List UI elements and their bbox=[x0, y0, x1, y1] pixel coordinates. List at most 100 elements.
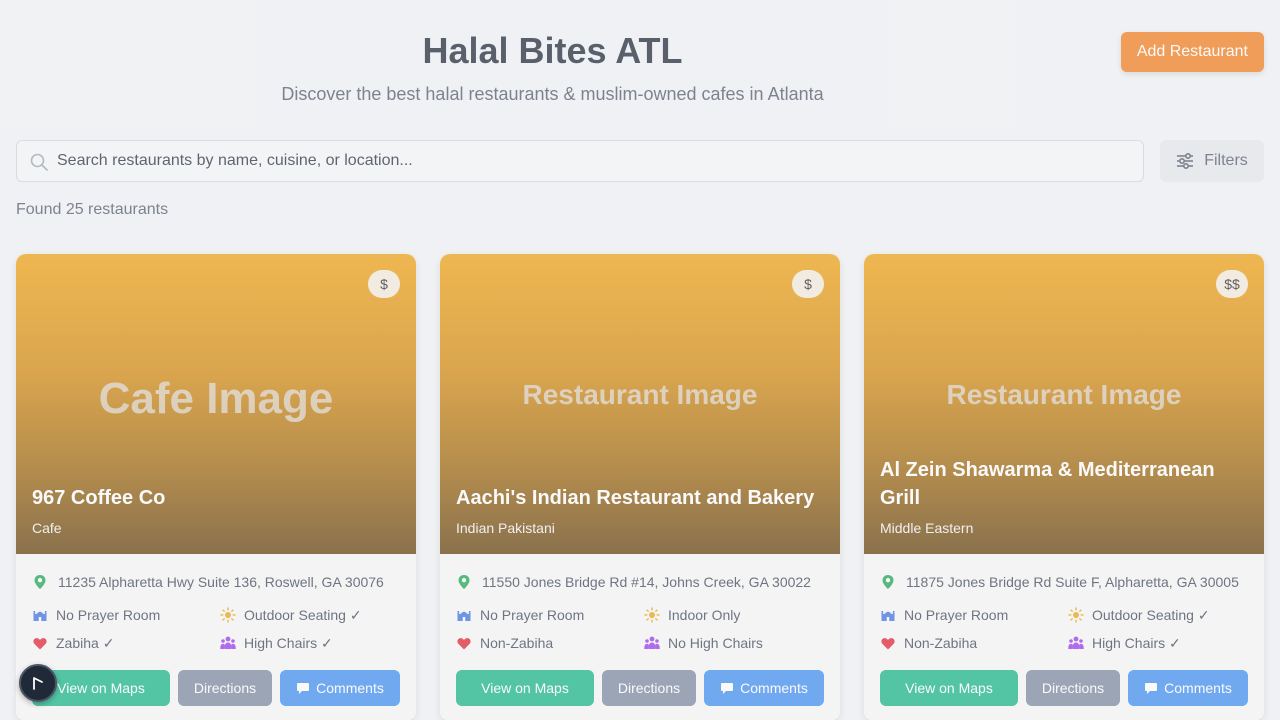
seating-label: Indoor Only bbox=[668, 607, 741, 623]
price-badge: $$ bbox=[1216, 270, 1248, 298]
add-restaurant-button[interactable]: Add Restaurant bbox=[1120, 32, 1264, 72]
heart-icon bbox=[456, 635, 472, 651]
card-image: Restaurant Image $ Aachi's Indian Restau… bbox=[440, 254, 840, 554]
card-actions: View on Maps Directions Comments bbox=[456, 670, 824, 706]
comments-label: Comments bbox=[1164, 680, 1232, 696]
high-chairs-feature: No High Chairs bbox=[644, 634, 824, 652]
card-actions: View on Maps Directions Comments bbox=[32, 670, 400, 706]
zabiha-label: Non-Zabiha bbox=[480, 635, 554, 651]
zabiha-label: Zabiha ✓ bbox=[56, 634, 115, 651]
restaurant-cuisine: Indian Pakistani bbox=[456, 520, 555, 536]
high-chairs-feature: High Chairs ✓ bbox=[220, 634, 400, 652]
restaurant-name: Aachi's Indian Restaurant and Bakery bbox=[456, 487, 815, 509]
price-badge: $ bbox=[792, 270, 824, 298]
zabiha-feature: Non-Zabiha bbox=[880, 634, 1068, 652]
sun-icon bbox=[1068, 607, 1084, 623]
address-row: 11235 Alpharetta Hwy Suite 136, Roswell,… bbox=[32, 572, 400, 592]
zabiha-feature: Zabiha ✓ bbox=[32, 634, 220, 652]
zabiha-feature: Non-Zabiha bbox=[456, 634, 644, 652]
prayer-room-label: No Prayer Room bbox=[904, 607, 1009, 623]
filters-button[interactable]: Filters bbox=[1160, 140, 1264, 182]
card-body: 11875 Jones Bridge Rd Suite F, Alpharett… bbox=[864, 554, 1264, 652]
prayer-room-feature: No Prayer Room bbox=[456, 606, 644, 624]
restaurant-card[interactable]: Cafe Image $ 967 Coffee Co Cafe 11235 Al… bbox=[16, 254, 416, 720]
prayer-room-feature: No Prayer Room bbox=[880, 606, 1068, 624]
address-row: 11550 Jones Bridge Rd #14, Johns Creek, … bbox=[456, 572, 824, 592]
cursor-icon bbox=[33, 677, 43, 690]
restaurant-name: 967 Coffee Co bbox=[32, 487, 166, 509]
feature-grid: No Prayer Room Outdoor Seating ✓ Non-Zab… bbox=[880, 606, 1248, 652]
comments-button[interactable]: Comments bbox=[704, 670, 824, 706]
results-count: Found 25 restaurants bbox=[16, 201, 169, 218]
heart-icon bbox=[32, 635, 48, 651]
sun-icon bbox=[220, 607, 236, 623]
comments-label: Comments bbox=[740, 680, 808, 696]
map-pin-icon bbox=[32, 574, 48, 590]
price-badge: $ bbox=[368, 270, 400, 298]
high-chairs-label: High Chairs ✓ bbox=[244, 634, 333, 651]
image-placeholder-text: Restaurant Image bbox=[522, 379, 758, 410]
feature-grid: No Prayer Room Outdoor Seating ✓ Zabiha … bbox=[32, 606, 400, 652]
directions-label: Directions bbox=[193, 680, 257, 696]
comments-button[interactable]: Comments bbox=[280, 670, 400, 706]
search-icon bbox=[30, 153, 48, 171]
page-header: Halal Bites ATL Discover the best halal … bbox=[0, 0, 1280, 130]
restaurant-card[interactable]: Restaurant Image $ Aachi's Indian Restau… bbox=[440, 254, 840, 720]
sun-icon bbox=[644, 607, 660, 623]
family-icon bbox=[220, 635, 236, 651]
mosque-icon bbox=[32, 607, 48, 623]
seating-feature: Outdoor Seating ✓ bbox=[220, 606, 400, 624]
directions-label: Directions bbox=[1041, 680, 1105, 696]
restaurant-name: Al Zein Shawarma & Mediterranean Grill bbox=[880, 459, 1215, 509]
address-text: 11235 Alpharetta Hwy Suite 136, Roswell,… bbox=[58, 574, 384, 590]
prayer-room-label: No Prayer Room bbox=[56, 607, 161, 623]
chat-bubble-icon bbox=[721, 682, 734, 694]
zabiha-label: Non-Zabiha bbox=[904, 635, 978, 651]
filters-label: Filters bbox=[1204, 152, 1248, 169]
prayer-room-label: No Prayer Room bbox=[480, 607, 585, 623]
address-text: 11550 Jones Bridge Rd #14, Johns Creek, … bbox=[482, 574, 811, 590]
family-icon bbox=[1068, 635, 1084, 651]
view-on-maps-label: View on Maps bbox=[905, 680, 993, 696]
restaurant-cuisine: Cafe bbox=[32, 520, 62, 536]
directions-button[interactable]: Directions bbox=[1026, 670, 1120, 706]
seating-feature: Outdoor Seating ✓ bbox=[1068, 606, 1248, 624]
comments-label: Comments bbox=[316, 680, 384, 696]
seating-label: Outdoor Seating ✓ bbox=[1092, 606, 1210, 623]
family-icon bbox=[644, 635, 660, 651]
comments-button[interactable]: Comments bbox=[1128, 670, 1248, 706]
search-input[interactable] bbox=[57, 141, 1133, 181]
search-box bbox=[16, 140, 1144, 182]
page-title: Halal Bites ATL bbox=[422, 30, 683, 71]
address-text: 11875 Jones Bridge Rd Suite F, Alpharett… bbox=[906, 574, 1239, 590]
chat-bubble-icon bbox=[1145, 682, 1158, 694]
heart-icon bbox=[880, 635, 896, 651]
chat-bubble-icon bbox=[297, 682, 310, 694]
card-image: Restaurant Image $$ Al Zein Shawarma & M… bbox=[864, 254, 1264, 554]
mosque-icon bbox=[456, 607, 472, 623]
prayer-room-feature: No Prayer Room bbox=[32, 606, 220, 624]
card-actions: View on Maps Directions Comments bbox=[880, 670, 1248, 706]
directions-label: Directions bbox=[617, 680, 681, 696]
view-on-maps-button[interactable]: View on Maps bbox=[456, 670, 594, 706]
high-chairs-label: High Chairs ✓ bbox=[1092, 634, 1181, 651]
restaurant-card[interactable]: Restaurant Image $$ Al Zein Shawarma & M… bbox=[864, 254, 1264, 720]
image-placeholder-text: Restaurant Image bbox=[946, 379, 1182, 410]
restaurant-cards: Cafe Image $ 967 Coffee Co Cafe 11235 Al… bbox=[16, 254, 1264, 720]
view-on-maps-label: View on Maps bbox=[481, 680, 569, 696]
page-subtitle: Discover the best halal restaurants & mu… bbox=[281, 84, 824, 104]
sliders-icon bbox=[1177, 153, 1194, 169]
directions-button[interactable]: Directions bbox=[602, 670, 696, 706]
view-on-maps-button[interactable]: View on Maps bbox=[880, 670, 1018, 706]
card-image: Cafe Image $ 967 Coffee Co Cafe bbox=[16, 254, 416, 554]
card-body: 11235 Alpharetta Hwy Suite 136, Roswell,… bbox=[16, 554, 416, 652]
directions-button[interactable]: Directions bbox=[178, 670, 272, 706]
search-row: Filters bbox=[16, 140, 1264, 182]
map-pin-icon bbox=[880, 574, 896, 590]
card-body: 11550 Jones Bridge Rd #14, Johns Creek, … bbox=[440, 554, 840, 652]
high-chairs-label: No High Chairs bbox=[668, 635, 763, 651]
restaurant-cuisine: Middle Eastern bbox=[880, 520, 974, 536]
image-placeholder-text: Cafe Image bbox=[98, 374, 334, 423]
assistant-button[interactable] bbox=[19, 664, 57, 702]
high-chairs-feature: High Chairs ✓ bbox=[1068, 634, 1248, 652]
